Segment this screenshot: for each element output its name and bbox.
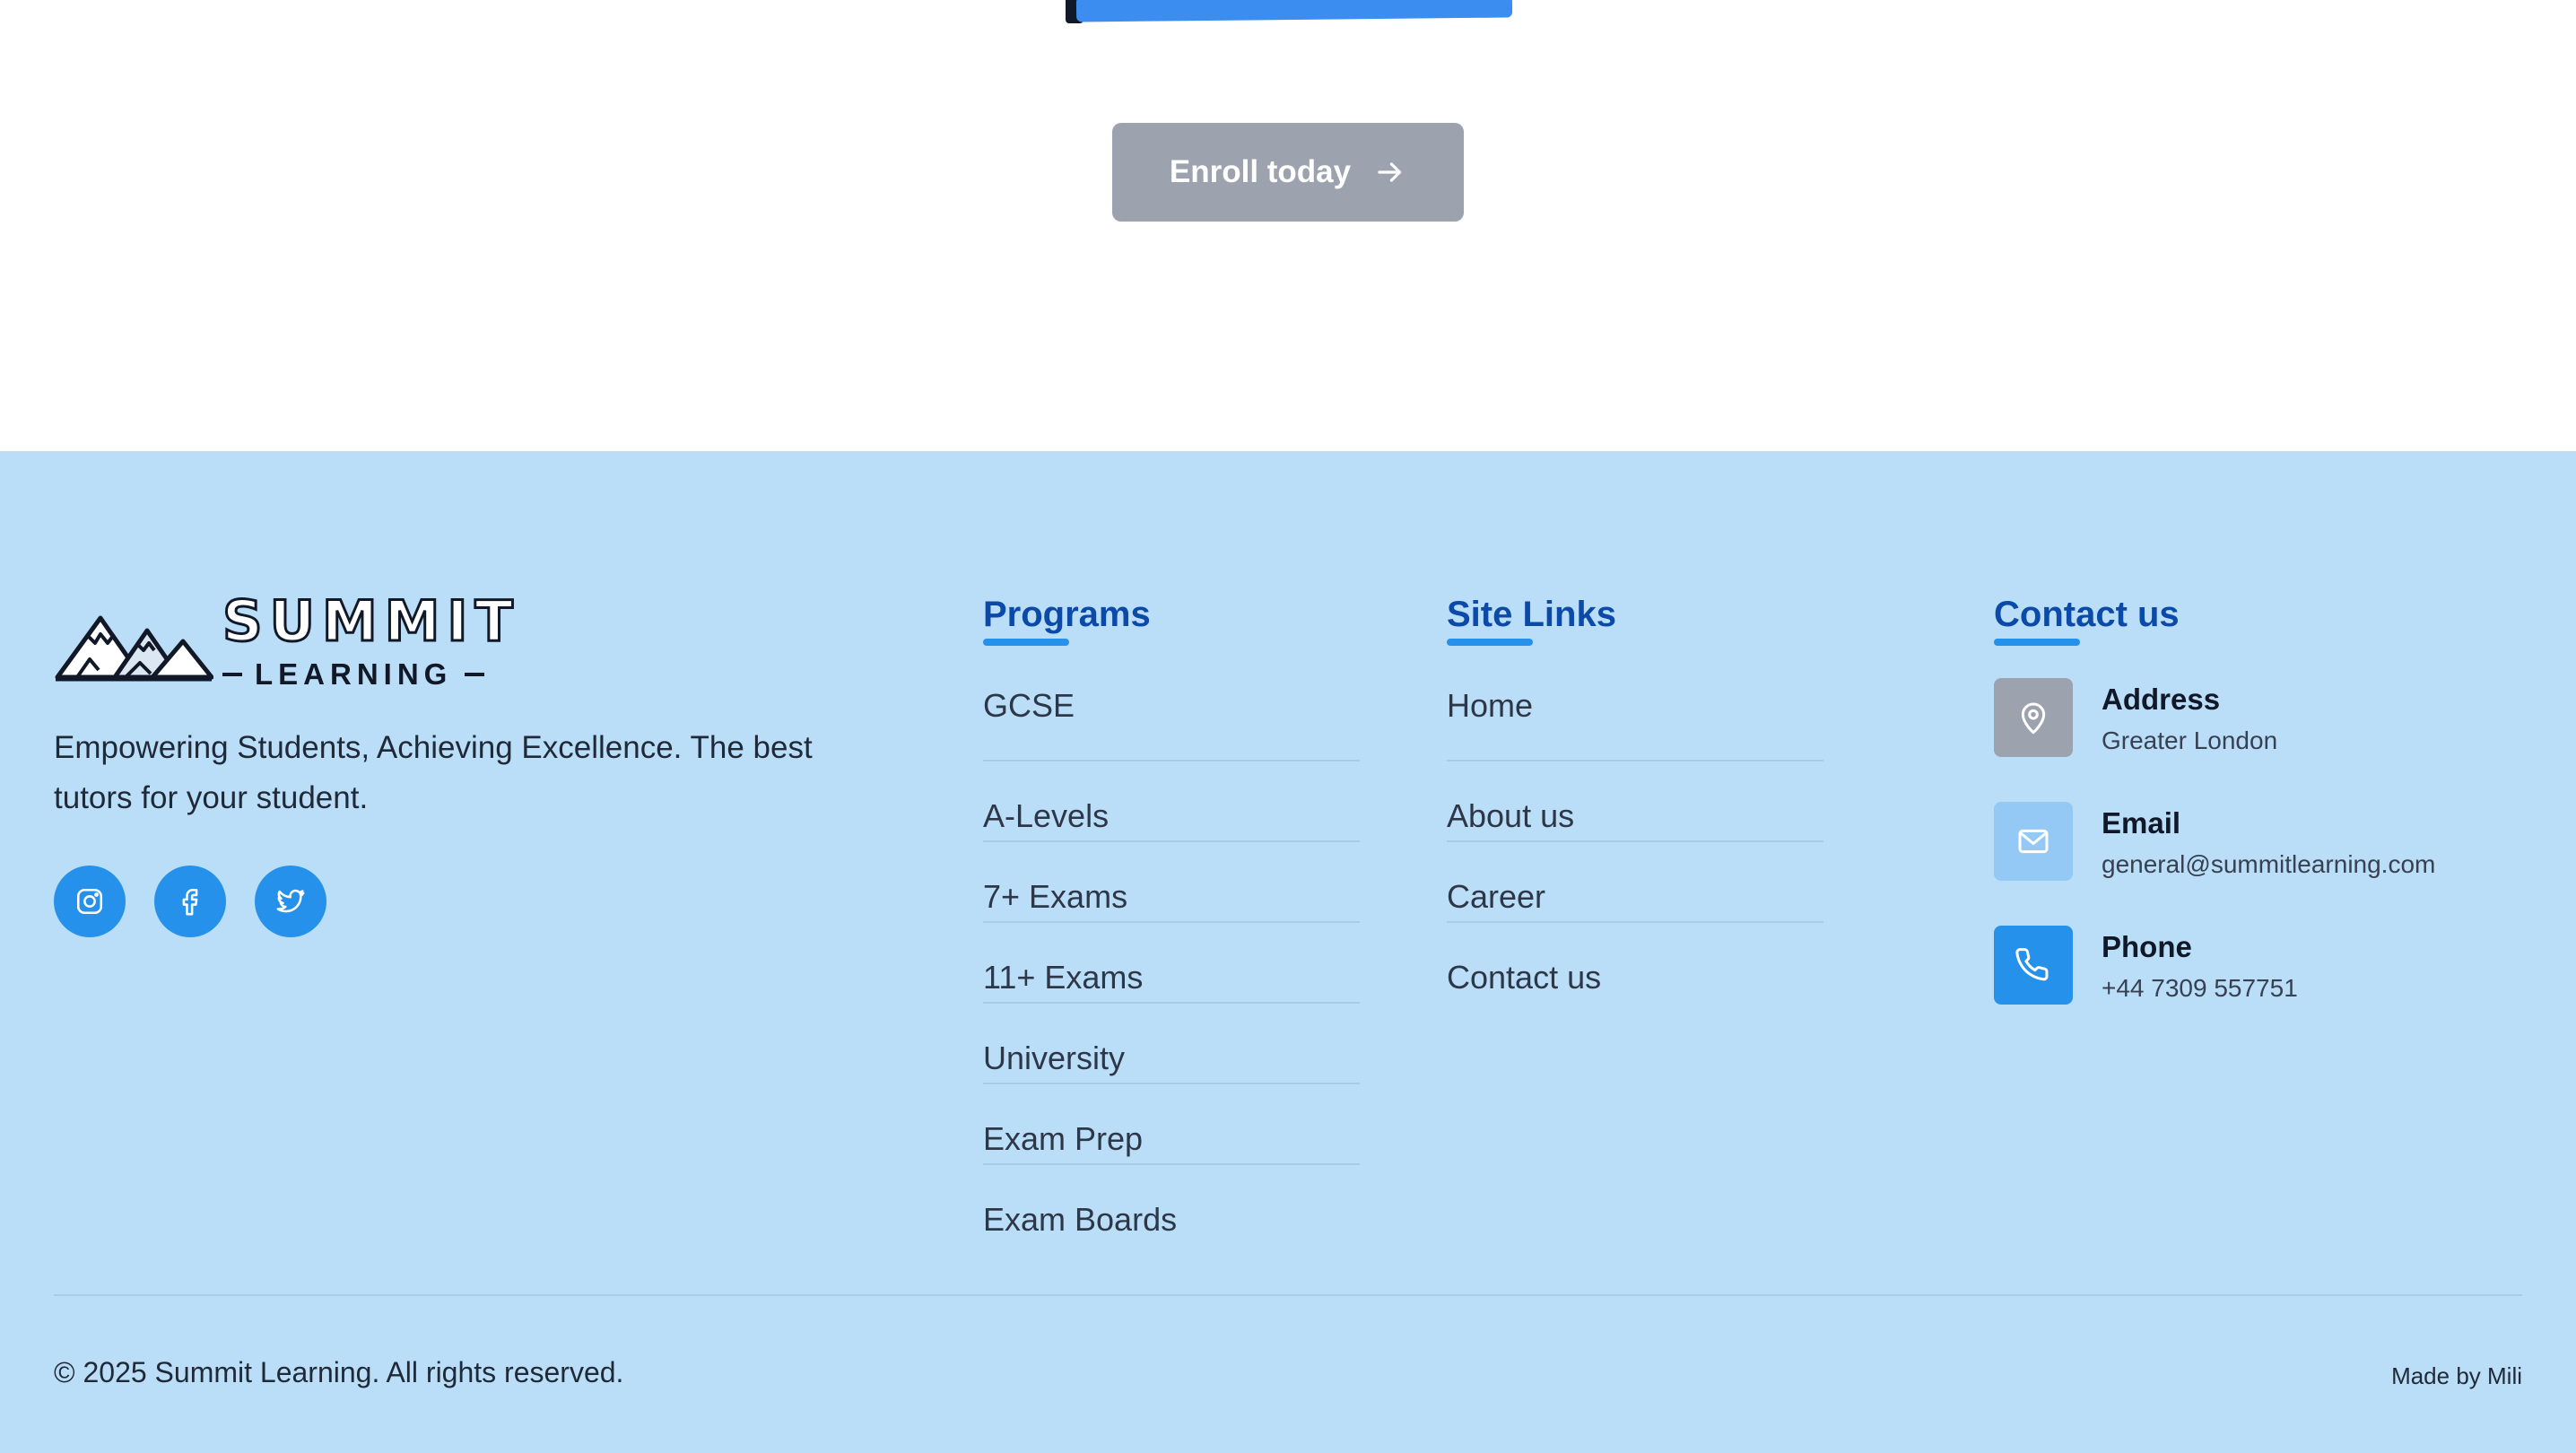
site-links-heading: Site Links	[1447, 595, 1616, 646]
contact-heading: Contact us	[1994, 595, 2180, 646]
twitter-link[interactable]	[255, 866, 326, 937]
site-link-career[interactable]: Career	[1447, 842, 1823, 923]
contact-phone: Phone +44 7309 557751	[1994, 926, 2435, 1006]
address-icon-box	[1994, 678, 2073, 757]
programs-heading: Programs	[983, 595, 1151, 646]
enroll-button[interactable]: Enroll today	[1112, 123, 1464, 222]
headline-fragment	[1066, 0, 1512, 29]
email-icon-box	[1994, 802, 2073, 881]
footer-divider	[54, 1294, 2522, 1296]
facebook-link[interactable]	[154, 866, 226, 937]
programs-column: Programs GCSE A-Levels 7+ Exams 11+ Exam…	[983, 595, 1360, 1246]
phone-value[interactable]: +44 7309 557751	[2102, 970, 2298, 1006]
site-links-column: Site Links Home About us Career Contact …	[1447, 595, 1823, 1004]
site-link-home[interactable]: Home	[1447, 682, 1823, 761]
contact-column: Contact us Address Greater London Email …	[1994, 595, 2435, 1049]
phone-icon	[2015, 948, 2049, 981]
mail-icon	[2018, 829, 2049, 854]
footer-brand: SUMMIT LEARNING	[54, 588, 520, 692]
made-by-credit[interactable]: Made by Mili	[2391, 1362, 2522, 1390]
location-pin-icon	[2021, 702, 2046, 735]
phone-icon-box	[1994, 926, 2073, 1005]
programs-link[interactable]: 11+ Exams	[983, 923, 1360, 1004]
logo[interactable]: SUMMIT LEARNING	[54, 588, 520, 692]
arrow-right-icon	[1378, 162, 1402, 182]
social-links	[54, 866, 326, 937]
programs-link[interactable]: A-Levels	[983, 761, 1360, 842]
email-value[interactable]: general@summitlearning.com	[2102, 847, 2435, 883]
twitter-icon	[276, 889, 305, 913]
programs-link[interactable]: University	[983, 1004, 1360, 1084]
headline-highlight	[1075, 0, 1512, 22]
facebook-icon	[182, 888, 198, 916]
programs-link[interactable]: Exam Prep	[983, 1084, 1360, 1165]
programs-link[interactable]: 7+ Exams	[983, 842, 1360, 923]
site-link-about[interactable]: About us	[1447, 761, 1823, 842]
logo-wordmark-summit: SUMMIT	[222, 588, 520, 654]
contact-email: Email general@summitlearning.com	[1994, 802, 2435, 883]
instagram-icon	[76, 888, 103, 915]
enroll-button-label: Enroll today	[1169, 154, 1352, 189]
site-link-contact[interactable]: Contact us	[1447, 923, 1823, 1004]
footer-tagline: Empowering Students, Achieving Excellenc…	[54, 730, 813, 815]
contact-address: Address Greater London	[1994, 678, 2435, 759]
phone-label: Phone	[2102, 930, 2192, 963]
copyright-text: © 2025 Summit Learning. All rights reser…	[54, 1356, 624, 1388]
hero-section: Enroll today	[0, 0, 2576, 451]
address-value: Greater London	[2102, 726, 2278, 754]
email-label: Email	[2102, 806, 2181, 840]
mountains-logo-icon	[55, 615, 213, 682]
programs-link[interactable]: GCSE	[983, 682, 1360, 761]
logo-wordmark-learning: LEARNING	[222, 657, 520, 692]
address-label: Address	[2102, 683, 2221, 716]
programs-link[interactable]: Exam Boards	[983, 1165, 1360, 1246]
instagram-link[interactable]	[54, 866, 126, 937]
site-footer: SUMMIT LEARNING Empowering Students, Ach…	[0, 451, 2576, 1453]
